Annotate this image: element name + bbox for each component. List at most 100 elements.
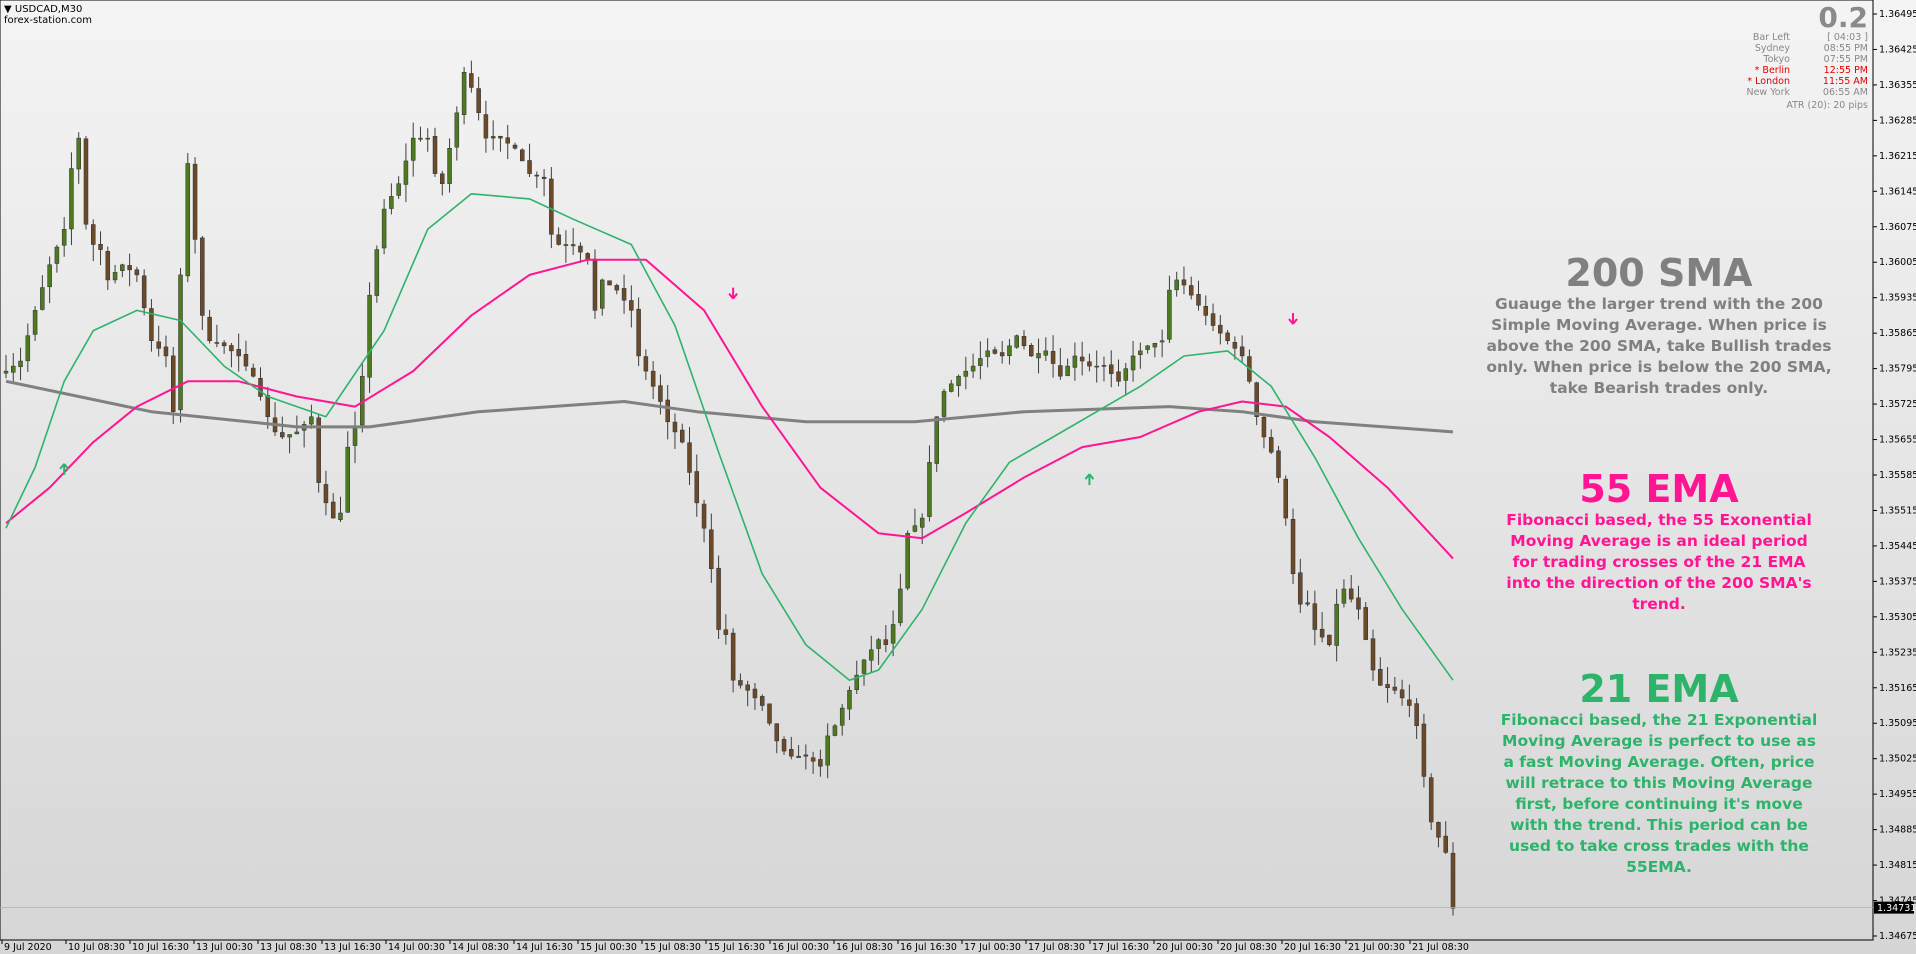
candle-body	[709, 529, 714, 569]
candle-body	[679, 429, 685, 443]
candle-body	[1414, 703, 1419, 727]
candle-body	[381, 208, 387, 249]
candle-body	[483, 114, 489, 139]
candle-body	[1356, 597, 1361, 610]
21-ema-line	[5, 193, 1454, 681]
candle-body	[1443, 835, 1448, 853]
55-ema-line	[5, 258, 1454, 560]
candle-body	[374, 249, 380, 296]
candle-body	[556, 234, 561, 245]
source-label: forex-station.com	[4, 15, 92, 26]
price-tick-label: 1.35025	[1879, 754, 1916, 765]
time-tick-label: 10 Jul 08:30	[68, 942, 125, 953]
candle-body	[796, 755, 801, 758]
price-tick-label: 1.35305	[1879, 612, 1916, 623]
candle-body	[454, 112, 460, 148]
candle-body	[818, 759, 823, 767]
candle-body	[1152, 343, 1158, 348]
candle-body	[287, 434, 292, 438]
time-tick-label: 15 Jul 00:30	[580, 942, 637, 953]
session-label: Sydney	[1754, 43, 1790, 54]
session-label: Bar Left	[1752, 32, 1790, 43]
time-axis[interactable]: 9 Jul 2020 10 Jul 08:30 10 Jul 16:30 13 Jul…	[0, 939, 1873, 953]
time-tick-label: 21 Jul 08:30	[1412, 942, 1469, 953]
session-label: New York	[1746, 87, 1790, 98]
candle-body	[1305, 602, 1310, 605]
time-tick-label: 17 Jul 00:30	[964, 942, 1021, 953]
candle-body	[120, 264, 125, 271]
price-tick-label: 1.35515	[1879, 505, 1916, 516]
candle-body	[1108, 364, 1114, 374]
candle-body	[141, 275, 147, 309]
note-sma200: 200 SMA Guauge the larger trend with the…	[1484, 252, 1834, 399]
candle-body	[309, 416, 314, 425]
candle-body	[1392, 686, 1398, 691]
time-tick-label: 14 Jul 08:30	[452, 942, 509, 953]
time-tick-label: 15 Jul 08:30	[644, 942, 701, 953]
candle-body	[490, 136, 496, 139]
candle-body	[229, 345, 234, 352]
candle-body	[759, 696, 765, 706]
note-sma200-body: Guauge the larger trend with the 200 Sim…	[1486, 295, 1832, 397]
candle-body	[934, 416, 939, 464]
session-label: Tokyo	[1763, 54, 1790, 65]
candle-body	[1174, 279, 1179, 291]
time-tick-label: 16 Jul 16:30	[900, 942, 957, 953]
candle-body	[592, 258, 598, 311]
time-tick-label: 17 Jul 08:30	[1028, 942, 1085, 953]
atr-label: ATR (20): 20 pips	[1786, 100, 1868, 111]
candle-body	[243, 354, 249, 367]
price-tick-label: 1.36355	[1879, 80, 1916, 91]
candle-body	[1370, 638, 1376, 671]
price-tick-label: 1.34815	[1879, 860, 1916, 871]
candle-body	[520, 149, 525, 162]
candle-body	[1007, 345, 1012, 357]
candle-body	[32, 310, 38, 335]
candle-body	[1065, 365, 1070, 376]
candle-body	[970, 365, 976, 372]
time-tick-label: 14 Jul 00:30	[388, 942, 445, 953]
candle-body	[963, 370, 969, 377]
candle-body	[803, 754, 809, 757]
time-tick-label: 15 Jul 16:30	[708, 942, 765, 953]
collapse-icon[interactable]: ▼	[4, 4, 12, 15]
candle-body	[672, 421, 678, 433]
session-time: 08:55 PM	[1823, 43, 1868, 54]
moving-averages-layer	[5, 193, 1454, 681]
candle-body	[1188, 285, 1194, 296]
down-arrow-icon	[728, 287, 738, 300]
session-time: [ 04:03 ]	[1827, 32, 1868, 43]
price-tick-label: 1.35095	[1879, 718, 1916, 729]
candle-body	[1378, 669, 1383, 686]
price-tick-label: 1.35865	[1879, 328, 1916, 339]
candle-body	[876, 639, 881, 649]
candle-body	[1298, 572, 1303, 605]
candle-body	[425, 137, 430, 140]
candle-body	[869, 649, 874, 661]
candle-body	[505, 137, 510, 144]
candle-body	[461, 72, 467, 115]
time-tick-label: 13 Jul 00:30	[196, 942, 253, 953]
candle-body	[178, 274, 183, 411]
candle-body	[389, 196, 394, 209]
candle-body	[440, 173, 445, 184]
candle-body	[600, 279, 605, 309]
candle-body	[549, 178, 554, 235]
candle-body	[1029, 345, 1034, 357]
chart-window[interactable]: 1.34675 1.34745 1.34815 1.34885 1.34955 1.350…	[0, 0, 1916, 954]
candle-body	[54, 246, 60, 264]
candle-body	[1290, 519, 1296, 575]
candle-body	[629, 300, 634, 311]
candle-body	[1421, 723, 1427, 777]
candle-body	[410, 137, 416, 161]
candle-body	[40, 287, 45, 310]
candle-body	[1276, 450, 1281, 478]
time-tick-label: 14 Jul 16:30	[516, 942, 573, 953]
candle-body	[221, 342, 227, 347]
candle-body	[1436, 822, 1441, 838]
price-tick-label: 1.34955	[1879, 789, 1916, 800]
candle-body	[294, 431, 300, 435]
price-tick-label: 1.34885	[1879, 825, 1916, 836]
note-ema21: 21 EMA Fibonacci based, the 21 Exponenti…	[1497, 668, 1821, 878]
candle-body	[330, 501, 336, 519]
